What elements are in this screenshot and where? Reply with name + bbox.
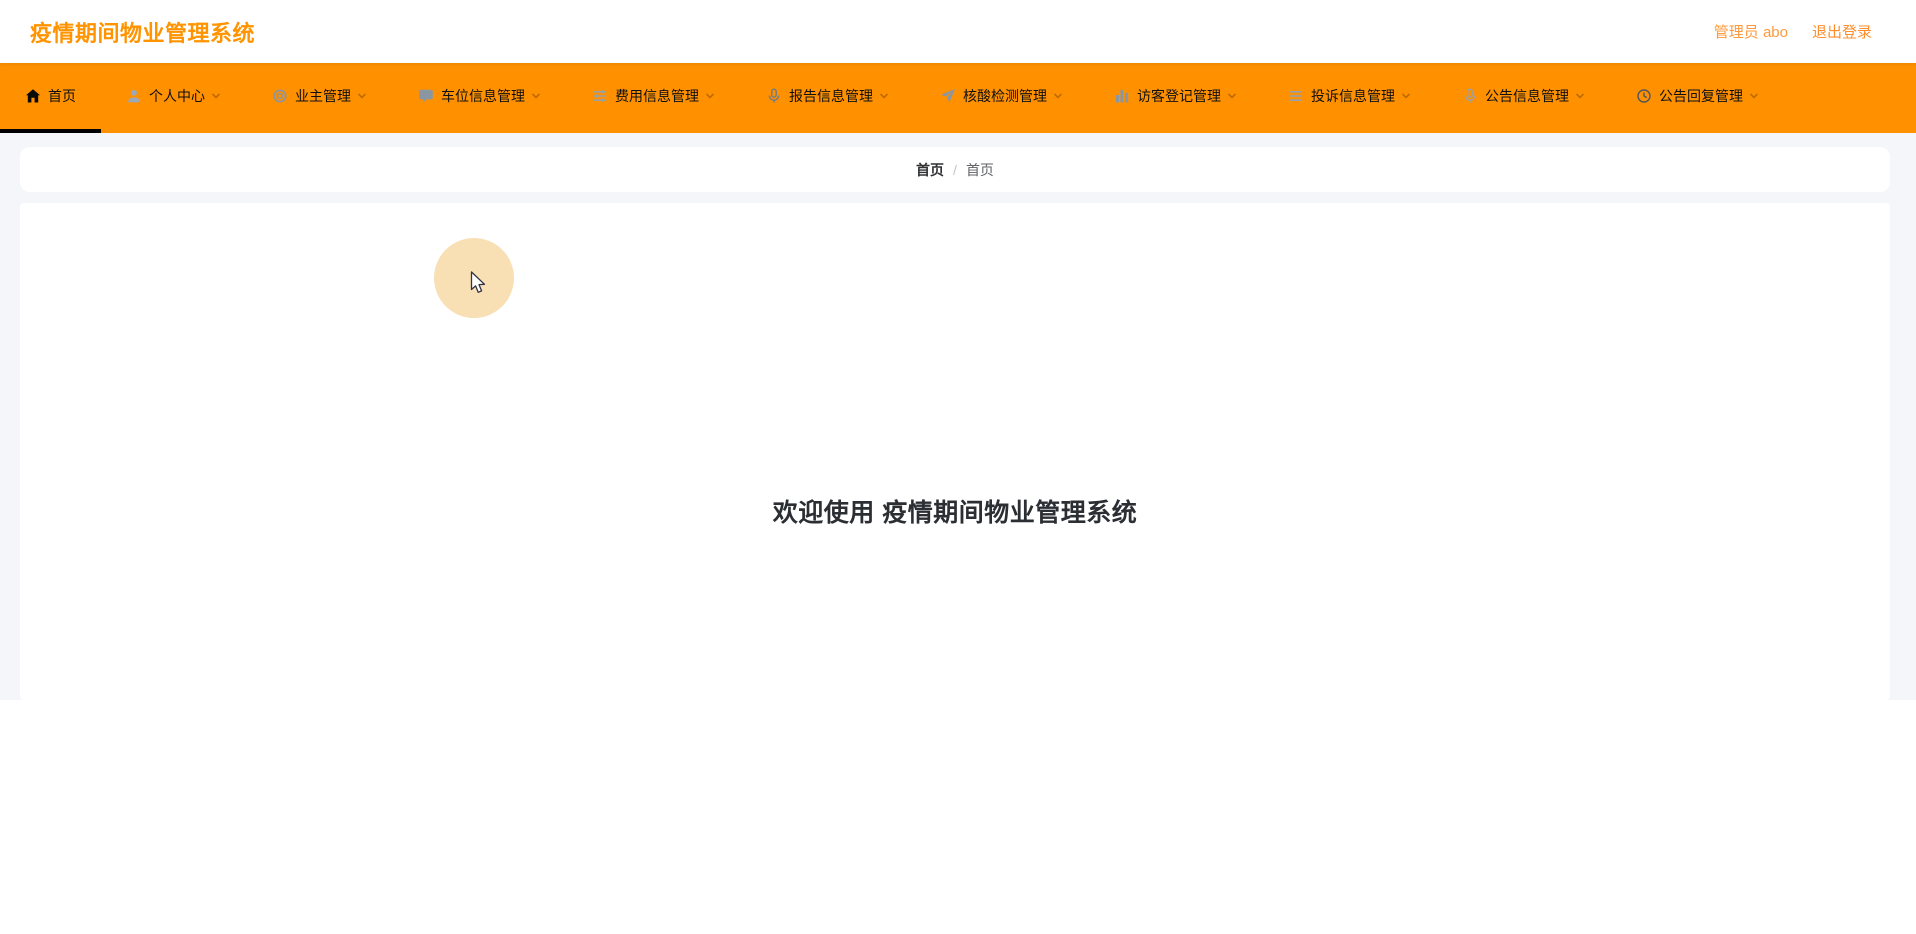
- chevron-down-icon: [1401, 93, 1411, 99]
- bar-chart-icon: [1114, 88, 1130, 104]
- nav-tab-label: 业主管理: [295, 88, 351, 104]
- clock-icon: [1636, 88, 1652, 104]
- page-content-area: 首页 / 首页 欢迎使用 疫情期间物业管理系统: [0, 133, 1916, 700]
- microphone-icon: [1462, 88, 1478, 104]
- chevron-down-icon: [879, 93, 889, 99]
- chevron-down-icon: [1053, 93, 1063, 99]
- nav-tab-report-info[interactable]: 报告信息管理: [741, 63, 915, 133]
- nav-tab-home[interactable]: 首页: [0, 63, 101, 133]
- nav-tab-parking-info[interactable]: 车位信息管理: [393, 63, 567, 133]
- mouse-cursor-icon: [470, 271, 486, 293]
- chevron-down-icon: [1575, 93, 1585, 99]
- app-title: 疫情期间物业管理系统: [30, 20, 256, 46]
- nav-tab-label: 公告信息管理: [1485, 88, 1569, 104]
- nav-tab-nucleic-acid-test[interactable]: 核酸检测管理: [915, 63, 1089, 133]
- list-icon: [1288, 88, 1304, 104]
- chevron-down-icon: [531, 93, 541, 99]
- microphone-icon: [766, 88, 782, 104]
- nav-tab-label: 费用信息管理: [615, 88, 699, 104]
- nav-tab-label: 投诉信息管理: [1311, 88, 1395, 104]
- nav-tab-visitor-registration[interactable]: 访客登记管理: [1089, 63, 1263, 133]
- main-card: 欢迎使用 疫情期间物业管理系统: [20, 203, 1890, 700]
- chevron-down-icon: [1227, 93, 1237, 99]
- app-header: 疫情期间物业管理系统 管理员 abo 退出登录: [0, 0, 1916, 63]
- nav-tab-label: 首页: [48, 88, 76, 104]
- header-user-area: 管理员 abo 退出登录: [1714, 21, 1872, 42]
- current-user-label: 管理员 abo: [1713, 24, 1788, 41]
- main-nav: 首页 个人中心 业主管理 车位信息管理 费用信息管理 报告信息管理 核酸检测管理…: [0, 63, 1916, 133]
- ring-icon: [272, 88, 288, 104]
- chevron-down-icon: [357, 93, 367, 99]
- nav-tab-label: 公告回复管理: [1659, 88, 1743, 104]
- nav-tab-label: 访客登记管理: [1137, 88, 1221, 104]
- logout-link[interactable]: 退出登录: [1812, 21, 1872, 42]
- user-icon: [126, 88, 142, 104]
- nav-tab-label: 核酸检测管理: [963, 88, 1047, 104]
- breadcrumb-home-link[interactable]: 首页: [916, 160, 944, 180]
- paper-plane-icon: [940, 88, 956, 104]
- chevron-down-icon: [705, 93, 715, 99]
- chevron-down-icon: [211, 93, 221, 99]
- nav-tab-complaint-info[interactable]: 投诉信息管理: [1263, 63, 1437, 133]
- breadcrumb: 首页 / 首页: [20, 147, 1890, 192]
- nav-tab-personal-center[interactable]: 个人中心: [101, 63, 247, 133]
- breadcrumb-separator: /: [953, 161, 957, 178]
- nav-tab-label: 个人中心: [149, 88, 205, 104]
- chevron-down-icon: [1749, 93, 1759, 99]
- nav-tab-announcement-info[interactable]: 公告信息管理: [1437, 63, 1611, 133]
- nav-tab-label: 车位信息管理: [441, 88, 525, 104]
- breadcrumb-current-item: 首页: [965, 161, 994, 178]
- nav-tab-announcement-reply[interactable]: 公告回复管理: [1611, 63, 1785, 133]
- nav-tab-fee-info[interactable]: 费用信息管理: [567, 63, 741, 133]
- sliders-icon: [592, 88, 608, 104]
- nav-tab-label: 报告信息管理: [789, 88, 873, 104]
- welcome-message: 欢迎使用 疫情期间物业管理系统: [772, 499, 1138, 527]
- chat-icon: [418, 88, 434, 104]
- home-icon: [25, 88, 41, 104]
- nav-tab-owner-management[interactable]: 业主管理: [247, 63, 393, 133]
